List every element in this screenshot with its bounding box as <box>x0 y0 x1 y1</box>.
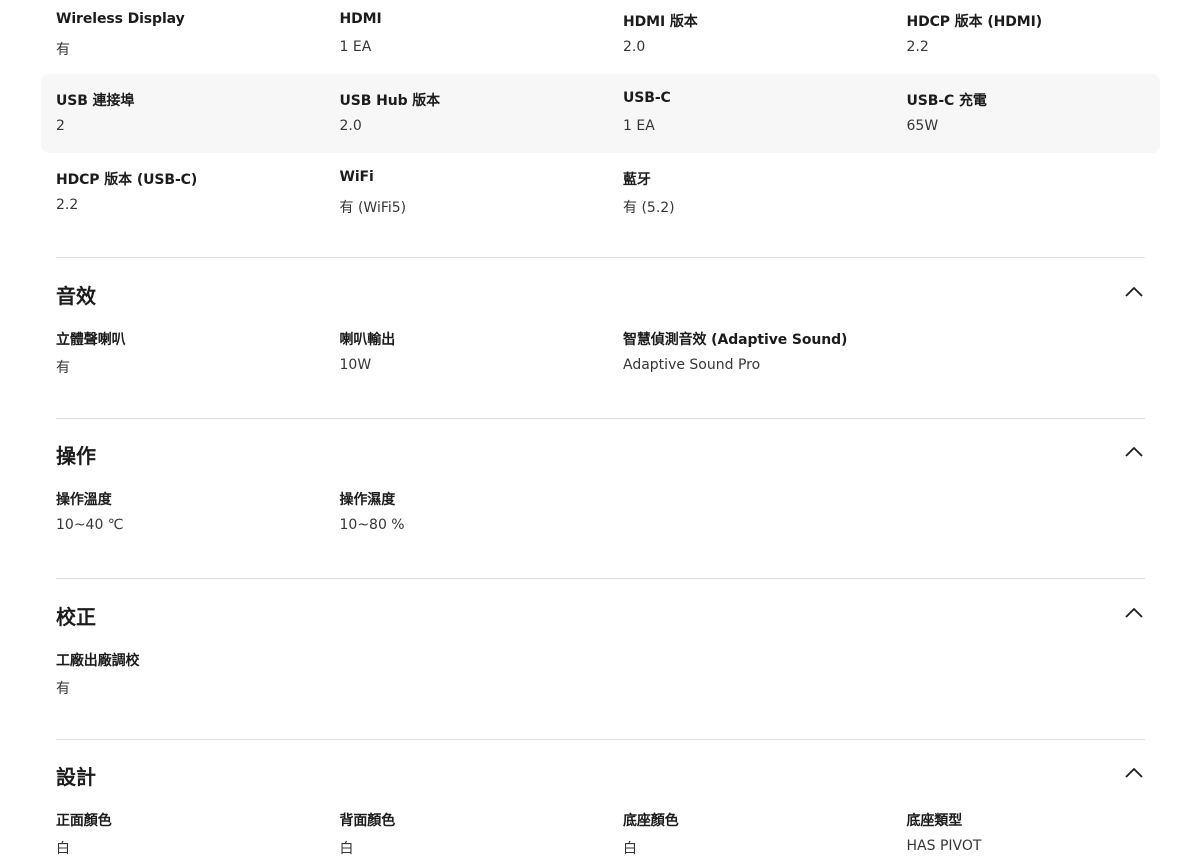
spec-label: Wireless Display <box>56 11 185 27</box>
section-header-design[interactable]: 設計 <box>56 755 1145 795</box>
spec-item-usb-c-charging: USB-C 充電 65W <box>907 74 1191 153</box>
spec-value: 1 EA <box>623 118 655 134</box>
section-header-sound[interactable]: 音效 <box>56 274 1145 314</box>
spec-row: Wireless Display 有 HDMI 1 EA HDMI 版本 2.0… <box>56 0 1160 74</box>
spec-value: 10~40 ℃ <box>56 517 124 533</box>
spec-label: USB-C <box>623 90 671 106</box>
spec-item-usb-ports: USB 連接埠 2 <box>56 74 340 153</box>
section-divider <box>56 257 1145 258</box>
spec-row: 立體聲喇叭 有 喇叭輸出 10W 智慧偵測音效 (Adaptive Sound)… <box>56 313 1160 392</box>
section-title: 校正 <box>56 605 96 629</box>
spec-item-usb-hub-version: USB Hub 版本 2.0 <box>340 74 624 153</box>
spec-value: 10W <box>339 357 372 373</box>
spec-label: 正面顏色 <box>56 813 112 829</box>
section-title: 操作 <box>56 444 96 468</box>
spec-label: 操作溫度 <box>56 492 112 508</box>
spec-label: HDCP 版本 (USB-C) <box>56 172 198 188</box>
spec-item-hdmi-version: HDMI 版本 2.0 <box>623 0 907 74</box>
spec-label: HDMI <box>339 11 382 27</box>
spec-label: 底座顏色 <box>623 813 679 829</box>
spec-value: 2.2 <box>56 197 79 213</box>
spec-value: Adaptive Sound Pro <box>623 357 761 373</box>
spec-value: 1 EA <box>339 39 372 55</box>
spec-item-hdmi: HDMI 1 EA <box>340 0 624 74</box>
spec-item-operating-temperature: 操作溫度 10~40 ℃ <box>56 473 340 552</box>
spec-item-front-color: 正面顏色 白 <box>56 794 340 863</box>
spec-row: 操作溫度 10~40 ℃ 操作濕度 10~80 % <box>56 473 1160 552</box>
section-header-calibration[interactable]: 校正 <box>56 595 1145 635</box>
spec-value: 白 <box>339 841 354 857</box>
spec-label: USB 連接埠 <box>56 93 135 109</box>
spec-row: 工廠出廠調校 有 <box>56 634 1160 713</box>
spec-value: 2.0 <box>623 39 646 55</box>
spec-item-usb-c: USB-C 1 EA <box>623 74 907 153</box>
section-title: 設計 <box>56 765 96 789</box>
spec-value: 白 <box>56 841 70 857</box>
spec-label: USB Hub 版本 <box>339 93 441 109</box>
spec-item-adaptive-sound: 智慧偵測音效 (Adaptive Sound) Adaptive Sound P… <box>623 313 907 392</box>
section-title: 音效 <box>56 284 96 308</box>
spec-item-hdcp-usb-c: HDCP 版本 (USB-C) 2.2 <box>56 153 340 232</box>
spec-label: WiFi <box>339 169 374 185</box>
spec-label: 藍牙 <box>623 172 651 188</box>
spec-label: 操作濕度 <box>339 492 396 508</box>
spec-row: HDCP 版本 (USB-C) 2.2 WiFi 有 (WiFi5) 藍牙 有 … <box>56 153 1160 232</box>
spec-row-shaded: USB 連接埠 2 USB Hub 版本 2.0 USB-C 1 EA USB-… <box>41 74 1160 153</box>
spec-value: 2.2 <box>906 39 929 55</box>
section-divider <box>56 739 1145 740</box>
spec-value: 2 <box>56 118 65 134</box>
section-header-operation[interactable]: 操作 <box>56 434 1145 474</box>
calibration-spec-grid: 工廠出廠調校 有 <box>41 634 1160 713</box>
operation-spec-grid: 操作溫度 10~40 ℃ 操作濕度 10~80 % <box>41 473 1160 552</box>
connectivity-spec-grid: Wireless Display 有 HDMI 1 EA HDMI 版本 2.0… <box>41 0 1160 232</box>
spec-value: 有 (5.2) <box>623 200 675 216</box>
chevron-up-icon[interactable] <box>1125 446 1143 458</box>
spec-value: 65W <box>906 118 939 134</box>
spec-value: 有 <box>56 681 70 697</box>
spec-row: 正面顏色 白 背面顏色 白 底座顏色 白 底座類型 HAS PIVOT <box>56 794 1160 863</box>
spec-item-stand-color: 底座顏色 白 <box>623 794 907 863</box>
spec-label: 智慧偵測音效 (Adaptive Sound) <box>623 332 848 348</box>
spec-item-stereo-speaker: 立體聲喇叭 有 <box>56 313 340 392</box>
spec-value: 2.0 <box>339 118 362 134</box>
spec-value: 白 <box>623 841 637 857</box>
spec-item-wifi: WiFi 有 (WiFi5) <box>340 153 624 232</box>
spec-value: 有 <box>56 360 70 376</box>
chevron-up-icon[interactable] <box>1125 607 1143 619</box>
spec-label: 背面顏色 <box>339 813 396 829</box>
spec-item-wireless-display: Wireless Display 有 <box>56 0 340 74</box>
spec-value: 10~80 % <box>339 517 405 533</box>
spec-value: 有 <box>56 42 70 58</box>
spec-label: HDCP 版本 (HDMI) <box>906 14 1043 30</box>
section-divider <box>56 418 1145 419</box>
spec-item-stand-type: 底座類型 HAS PIVOT <box>907 794 1191 863</box>
spec-value: HAS PIVOT <box>906 838 982 854</box>
spec-item-back-color: 背面顏色 白 <box>340 794 624 863</box>
spec-label: 工廠出廠調校 <box>56 653 140 669</box>
spec-label: HDMI 版本 <box>623 14 698 30</box>
spec-label: 立體聲喇叭 <box>56 332 126 348</box>
section-divider <box>56 578 1145 579</box>
spec-item-bluetooth: 藍牙 有 (5.2) <box>623 153 907 232</box>
chevron-up-icon[interactable] <box>1125 767 1143 779</box>
spec-label: 底座類型 <box>906 813 963 829</box>
spec-item-operating-humidity: 操作濕度 10~80 % <box>340 473 624 552</box>
spec-item-hdcp-hdmi: HDCP 版本 (HDMI) 2.2 <box>907 0 1191 74</box>
design-spec-grid: 正面顏色 白 背面顏色 白 底座顏色 白 底座類型 HAS PIVOT <box>41 794 1160 863</box>
spec-value: 有 (WiFi5) <box>339 200 407 216</box>
spec-item-speaker-output: 喇叭輸出 10W <box>340 313 624 392</box>
sound-spec-grid: 立體聲喇叭 有 喇叭輸出 10W 智慧偵測音效 (Adaptive Sound)… <box>41 313 1160 392</box>
spec-label: USB-C 充電 <box>906 93 987 109</box>
chevron-up-icon[interactable] <box>1125 286 1143 298</box>
spec-label: 喇叭輸出 <box>339 332 396 348</box>
spec-item-factory-calibration: 工廠出廠調校 有 <box>56 634 340 713</box>
